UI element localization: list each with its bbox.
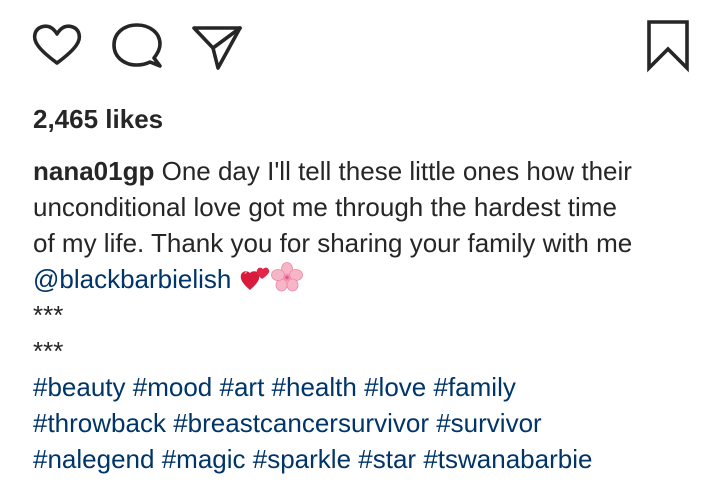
paper-plane-icon[interactable] bbox=[188, 20, 244, 72]
hashtag-link[interactable]: #sparkle bbox=[253, 444, 351, 474]
hashtag-line-2: #throwback #breastcancersurvivor #surviv… bbox=[33, 405, 703, 441]
post-action-bar bbox=[0, 0, 720, 90]
caption-line-3: of my life. Thank you for sharing your f… bbox=[33, 228, 633, 258]
caption-separator-1: *** bbox=[33, 300, 64, 330]
mention-link[interactable]: @blackbarbielish bbox=[33, 264, 231, 294]
hashtag-link[interactable]: #throwback bbox=[33, 408, 166, 438]
hashtag-line-1: #beauty #mood #art #health #love #family bbox=[33, 369, 703, 405]
hashtag-link[interactable]: #art bbox=[220, 372, 265, 402]
caption-separator-2: *** bbox=[33, 336, 64, 366]
hashtag-link[interactable]: #beauty bbox=[33, 372, 126, 402]
caption-text-1: One day I'll tell these little ones how … bbox=[161, 156, 632, 186]
comment-icon[interactable] bbox=[110, 20, 164, 72]
post-caption: nana01gp One day I'll tell these little … bbox=[33, 153, 703, 477]
hashtag-line-3: #nalegend #magic #sparkle #star #tswanab… bbox=[33, 441, 703, 477]
hashtag-link[interactable]: #family bbox=[433, 372, 515, 402]
bookmark-icon[interactable] bbox=[643, 18, 693, 74]
caption-line-4: @blackbarbielish bbox=[33, 261, 703, 297]
hashtag-link[interactable]: #love bbox=[364, 372, 426, 402]
hashtag-link[interactable]: #breastcancersurvivor bbox=[173, 408, 429, 438]
caption-line-2: unconditional love got me through the ha… bbox=[33, 192, 617, 222]
hashtag-link[interactable]: #mood bbox=[133, 372, 213, 402]
hashtag-link[interactable]: #star bbox=[358, 444, 416, 474]
two-hearts-icon bbox=[239, 264, 271, 301]
likes-count[interactable]: 2,465 likes bbox=[33, 101, 163, 137]
hashtag-link[interactable]: #tswanabarbie bbox=[423, 444, 592, 474]
hashtag-link[interactable]: #nalegend bbox=[33, 444, 154, 474]
hashtag-link[interactable]: #survivor bbox=[436, 408, 541, 438]
hashtag-link[interactable]: #health bbox=[272, 372, 357, 402]
caption-username[interactable]: nana01gp bbox=[33, 156, 154, 186]
heart-icon[interactable] bbox=[30, 20, 84, 72]
hashtag-link[interactable]: #magic bbox=[162, 444, 246, 474]
caption-line-1: nana01gp One day I'll tell these little … bbox=[33, 153, 703, 189]
cherry-blossom-icon bbox=[270, 262, 303, 301]
